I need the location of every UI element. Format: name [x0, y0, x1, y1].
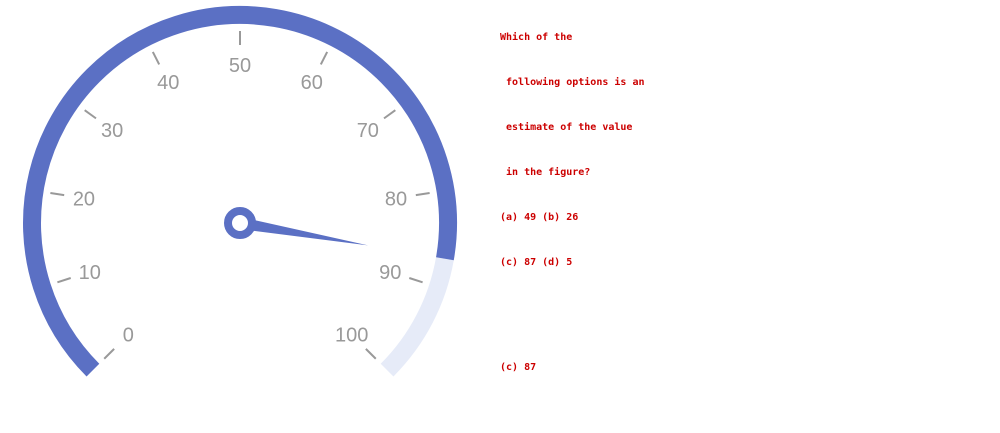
gauge-tick	[57, 277, 72, 284]
gauge-tick-label: 10	[79, 262, 101, 284]
gauge-tick-label: 40	[157, 72, 179, 94]
gauge-pointer-hub	[224, 207, 256, 239]
options-line-2: (c) 87 (d) 5	[500, 257, 573, 268]
gauge-tick	[103, 348, 115, 360]
gauge-tick	[84, 109, 97, 120]
gauge-tick-label: 70	[357, 120, 379, 142]
gauge-tick	[365, 348, 377, 360]
question-line-3: estimate of the value	[500, 122, 633, 133]
gauge-tick-label: 60	[301, 72, 323, 94]
question-panel: Which of the following options is an est…	[500, 0, 670, 390]
gauge-tick	[408, 277, 423, 284]
gauge-tick	[415, 191, 430, 197]
gauge-chart: 0 10 20 30 40 50 60 70 80 90 100	[23, 6, 457, 377]
gauge-tick-label: 30	[101, 120, 123, 142]
gauge-tick-label: 100	[335, 325, 368, 347]
gauge-pointer	[238, 217, 369, 246]
answer-text: (c) 87	[500, 362, 537, 373]
question-line-4: in the figure?	[500, 167, 591, 178]
gauge-tick-label: 20	[73, 188, 95, 210]
options-line-1: (a) 49 (b) 26	[500, 212, 579, 223]
gauge-tick	[383, 109, 396, 120]
gauge-tick	[319, 51, 329, 65]
question-line-1: Which of the	[500, 32, 573, 43]
gauge-tick-label: 80	[385, 188, 407, 210]
question-line-2: following options is an	[500, 77, 645, 88]
gauge-tick-label: 0	[123, 325, 134, 347]
gauge-tick-label: 50	[229, 55, 251, 77]
gauge-tick-label: 90	[379, 262, 401, 284]
gauge-tick	[50, 191, 65, 197]
gauge-tick	[151, 51, 161, 65]
